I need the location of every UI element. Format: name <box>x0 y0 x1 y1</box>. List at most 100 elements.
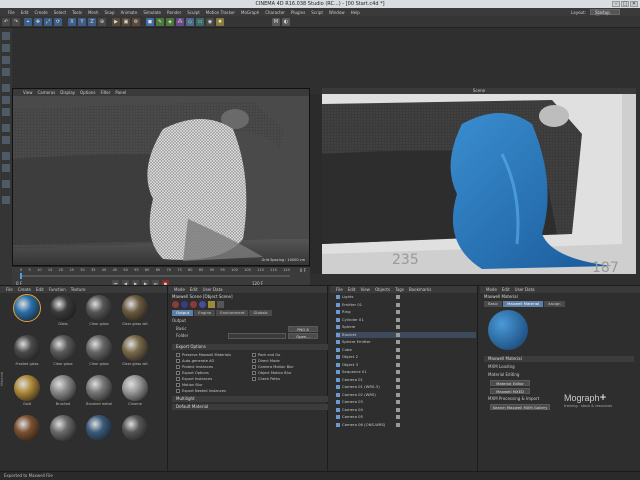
material-attribute-menu-edit[interactable]: Edit <box>502 286 510 293</box>
material-menu-create[interactable]: Create <box>18 286 31 293</box>
object-row[interactable]: Blanket <box>336 331 476 338</box>
render-settings-icon[interactable]: ⚙ <box>132 18 140 26</box>
field-basic-dropdown[interactable]: PNG 8 <box>288 326 318 332</box>
material-editor-button[interactable]: Material Editor <box>490 380 530 386</box>
timeline-ruler[interactable] <box>20 275 290 277</box>
material-swatch[interactable] <box>50 415 76 453</box>
axis-mode-icon[interactable] <box>2 124 10 132</box>
menu-item-create[interactable]: Create <box>34 10 47 15</box>
attribute-menu-mode[interactable]: Mode <box>174 286 185 293</box>
tab-engine[interactable]: Engine <box>194 310 216 316</box>
visibility-dot-icon[interactable] <box>396 422 400 427</box>
side-tab-label[interactable]: Material <box>0 372 4 386</box>
maxwell-material-small-icon[interactable] <box>199 301 206 308</box>
maximize-button[interactable]: □ <box>621 1 629 7</box>
snap-icon[interactable] <box>2 152 10 160</box>
scale-icon[interactable]: ⤢ <box>44 18 52 26</box>
material-menu-file[interactable]: File <box>6 286 13 293</box>
material-swatch[interactable]: Brushed metal <box>86 375 112 413</box>
section-default-material[interactable]: Default Material <box>172 404 328 410</box>
maxwell-blue-icon[interactable] <box>181 301 188 308</box>
menu-item-window[interactable]: Window <box>329 10 345 15</box>
perspective-viewport[interactable]: ViewCamerasDisplayOptionsFilterPanel Per… <box>12 88 310 266</box>
material-swatch[interactable]: Chrome <box>122 375 148 413</box>
object-row[interactable]: Camera 06 (ONS-WRS) <box>336 422 476 428</box>
visibility-dot-icon[interactable] <box>396 362 400 367</box>
maxwell-scene-icon[interactable]: ◐ <box>282 18 290 26</box>
menu-item-snap[interactable]: Snap <box>104 10 114 15</box>
solo-icon[interactable] <box>2 196 10 204</box>
visibility-dot-icon[interactable] <box>396 400 400 404</box>
x-axis-icon[interactable]: X <box>68 18 76 26</box>
object-menu-tags[interactable]: Tags <box>395 286 404 293</box>
visibility-dot-icon[interactable] <box>396 340 400 344</box>
menu-item-help[interactable]: Help <box>351 10 360 15</box>
close-button[interactable]: ✕ <box>630 1 638 7</box>
coordinate-system-icon[interactable]: ⊕ <box>98 18 106 26</box>
visibility-dot-icon[interactable] <box>396 310 400 314</box>
object-row[interactable]: Camera 03 <box>336 399 476 405</box>
menu-item-edit[interactable]: Edit <box>21 10 29 15</box>
material-swatch[interactable] <box>122 415 148 453</box>
tab-globals[interactable]: Globals <box>249 310 272 316</box>
spline-pen-icon[interactable]: ✎ <box>156 18 164 26</box>
object-row[interactable]: Camera 01 <box>336 377 476 383</box>
polygons-mode-icon[interactable] <box>2 108 10 116</box>
tab-environment[interactable]: Environment <box>216 310 249 316</box>
menu-item-character[interactable]: Character <box>265 10 285 15</box>
object-menu-bookmarks[interactable]: Bookmarks <box>409 286 431 293</box>
material-swatch[interactable]: Clear glass with <box>122 335 148 373</box>
edges-mode-icon[interactable] <box>2 96 10 104</box>
object-menu-edit[interactable]: Edit <box>348 286 356 293</box>
option-left-row[interactable]: Export Nested Instances <box>176 388 251 394</box>
light-icon[interactable]: ✹ <box>216 18 224 26</box>
section-multilight[interactable]: Multilight <box>172 396 328 402</box>
array-icon[interactable]: ⁂ <box>176 18 184 26</box>
checkbox[interactable] <box>176 377 180 381</box>
minimize-button[interactable]: – <box>612 1 620 7</box>
floor-icon[interactable]: ▭ <box>196 18 204 26</box>
material-swatch[interactable]: Glass <box>50 295 76 333</box>
material-swatch[interactable] <box>14 415 40 453</box>
visibility-dot-icon[interactable] <box>396 317 400 322</box>
material-tab-maxwell-material[interactable]: Maxwell Material <box>503 301 544 307</box>
object-row[interactable]: Object 3 <box>336 362 476 368</box>
visibility-dot-icon[interactable] <box>396 355 400 359</box>
visibility-dot-icon[interactable] <box>396 415 400 419</box>
object-row[interactable]: Object 2 <box>336 354 476 360</box>
object-row[interactable]: Sphere <box>336 324 476 330</box>
menu-item-animate[interactable]: Animate <box>121 10 138 15</box>
z-axis-icon[interactable]: Z <box>88 18 96 26</box>
checkbox[interactable] <box>252 365 256 369</box>
layout-dropdown[interactable]: Startup (User) <box>590 9 620 20</box>
visibility-dot-icon[interactable] <box>396 325 400 329</box>
menu-item-file[interactable]: File <box>8 10 15 15</box>
option-right-row[interactable]: Check Paths <box>252 376 327 382</box>
menu-item-tools[interactable]: Tools <box>72 10 82 15</box>
object-row[interactable]: Emitter 01 <box>336 302 476 308</box>
visibility-dot-icon[interactable] <box>396 332 400 337</box>
object-row[interactable]: Camera 04 <box>336 407 476 413</box>
object-row[interactable]: Ring <box>336 309 476 315</box>
material-menu-function[interactable]: Function <box>49 286 66 293</box>
object-row[interactable]: Lights <box>336 294 476 300</box>
checkbox[interactable] <box>176 383 180 387</box>
subdivision-surface-icon[interactable]: ◈ <box>166 18 174 26</box>
menu-item-motion-tracker[interactable]: Motion Tracker <box>206 10 235 15</box>
field-folder-input[interactable] <box>228 333 286 339</box>
visibility-dot-icon[interactable] <box>396 377 400 382</box>
checkbox[interactable] <box>176 389 180 393</box>
material-attribute-menu-user-data[interactable]: User Data <box>515 286 535 293</box>
undo-icon[interactable]: ↶ <box>2 18 10 26</box>
object-row[interactable]: Sequence 01 <box>336 369 476 375</box>
checkbox[interactable] <box>176 365 180 369</box>
maxwell-render-small-icon[interactable] <box>190 301 197 308</box>
workplane-icon[interactable] <box>2 68 10 76</box>
checkbox[interactable] <box>176 371 180 375</box>
layout-selector[interactable]: Layout: Startup (User) <box>571 9 620 20</box>
redo-icon[interactable]: ↷ <box>12 18 20 26</box>
section-export-options[interactable]: Export Options <box>172 344 328 350</box>
playhead[interactable] <box>20 273 22 279</box>
menu-item-mograph[interactable]: MoGraph <box>241 10 259 15</box>
visibility-dot-icon[interactable] <box>396 370 400 374</box>
